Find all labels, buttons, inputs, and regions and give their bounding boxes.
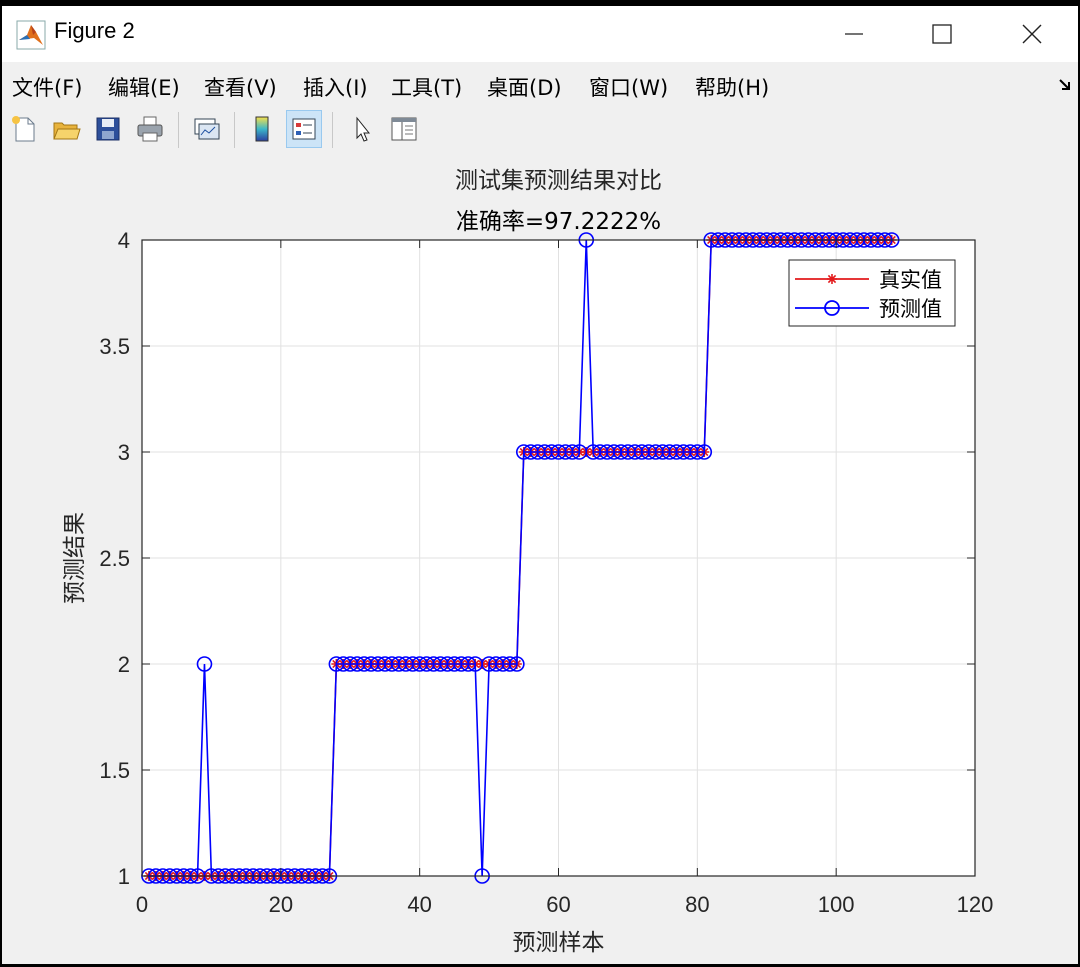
close-icon [1022,24,1042,44]
menu-file[interactable]: 文件(F) [12,72,82,102]
insert-legend-button[interactable] [286,110,322,148]
y-tick-label: 2 [118,652,130,677]
figure-toolbar [2,106,1078,155]
toolbar-separator [332,112,333,148]
maximize-button[interactable] [896,6,988,62]
y-tick-label: 3.5 [99,334,130,359]
title-bar: Figure 2 [2,6,1078,62]
menu-window[interactable]: 窗口(W) [589,72,668,102]
window-title: Figure 2 [54,18,135,43]
x-tick-label: 120 [957,892,994,917]
y-tick-label: 1.5 [99,758,130,783]
menu-view[interactable]: 查看(V) [204,72,277,102]
property-inspector-button[interactable] [386,110,422,148]
menu-insert[interactable]: 插入(I) [303,72,368,102]
menu-tools[interactable]: 工具(T) [391,72,462,102]
toolbar-separator [234,112,235,148]
x-tick-label: 100 [818,892,855,917]
save-icon [96,117,120,141]
legend-marker-true [827,274,837,284]
x-axis-label: 预测样本 [513,930,605,956]
minimize-button[interactable] [808,6,900,62]
legend-label-true: 真实值 [879,268,942,292]
chart-title: 测试集预测结果对比 [455,168,662,194]
y-tick-label: 4 [118,228,130,253]
y-tick-label: 1 [118,864,130,889]
insert-colorbar-icon [255,116,269,142]
save-button[interactable] [90,110,126,148]
print-button[interactable] [132,110,168,148]
x-tick-label: 40 [407,892,431,917]
link-plot-button[interactable] [188,110,224,148]
x-tick-label: 80 [685,892,709,917]
insert-colorbar-button[interactable] [244,110,280,148]
figure-window: Figure 2 文件(F) 编辑(E) 查看(V) 插入(I) 工具(T) 桌… [2,6,1078,964]
minimize-icon [845,33,863,35]
legend[interactable]: 真实值 预测值 [788,259,956,327]
menu-edit[interactable]: 编辑(E) [108,72,180,102]
open-file-button[interactable] [48,110,84,148]
y-tick-label: 3 [118,440,130,465]
new-figure-button[interactable] [6,110,42,148]
print-icon [137,116,163,142]
open-file-icon [53,122,81,140]
chart-subtitle: 准确率=97.2222% [456,209,661,235]
menu-desktop[interactable]: 桌面(D) [487,72,562,102]
new-figure-icon [12,116,35,142]
insert-legend-icon [292,118,316,140]
legend-label-pred: 预测值 [879,297,942,321]
link-plot-icon [194,118,220,140]
toolbar-separator [178,112,179,148]
x-tick-label: 0 [136,892,148,917]
plot-area[interactable]: 0 20 40 60 80 100 120 1 1.5 2 2.5 3 3.5 4 测试集预测结果对比 准… [2,154,1078,964]
figure-canvas: 0 20 40 60 80 100 120 1 1.5 2 2.5 3 3.5 4 测试集预测结果对比 准… [2,154,1078,964]
menu-help[interactable]: 帮助(H) [695,72,769,102]
y-tick-label: 2.5 [99,546,130,571]
matlab-logo-icon[interactable] [16,20,46,50]
x-tick-label: 20 [269,892,293,917]
property-inspector-icon [391,117,417,141]
menu-bar: 文件(F) 编辑(E) 查看(V) 插入(I) 工具(T) 桌面(D) 窗口(W… [2,62,1078,106]
maximize-icon [932,24,952,44]
edit-plot-icon [356,116,371,142]
dock-arrow-icon[interactable] [1058,78,1072,92]
x-tick-label: 60 [546,892,570,917]
y-axis-label: 预测结果 [62,512,88,604]
edit-plot-button[interactable] [344,110,380,148]
close-button[interactable] [986,6,1078,62]
